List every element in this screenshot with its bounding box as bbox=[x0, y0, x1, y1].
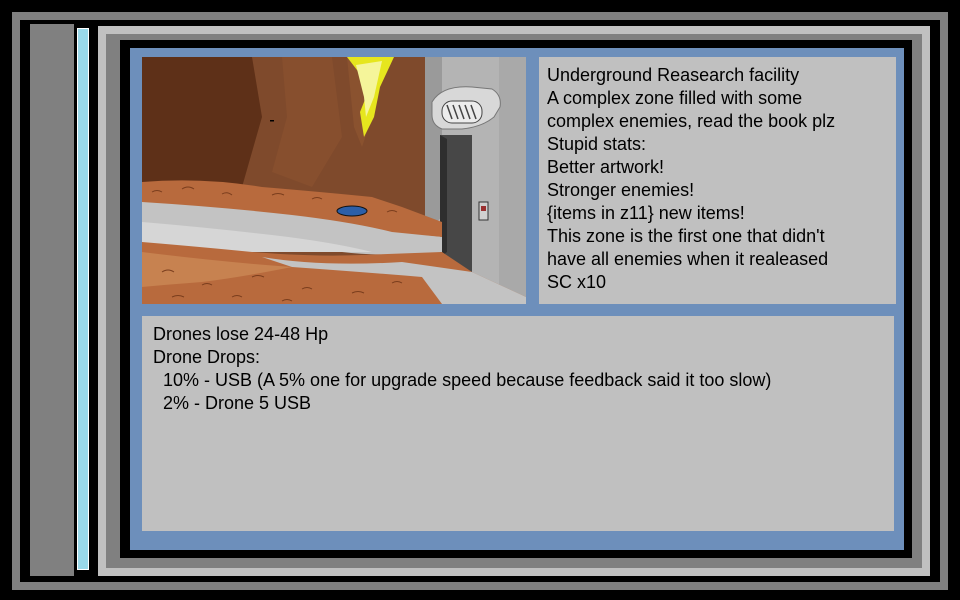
stat-line: Better artwork! bbox=[547, 157, 665, 177]
stat-line: SC x10 bbox=[547, 272, 607, 292]
drop-item: 10% - USB (A 5% one for upgrade speed be… bbox=[153, 370, 772, 390]
stat-line: have all enemies when it realeased bbox=[547, 249, 829, 269]
stat-line: Stronger enemies! bbox=[547, 180, 695, 200]
drop-item: 2% - Drone 5 USB bbox=[153, 393, 312, 413]
zone-title: Underground Reasearch facility bbox=[547, 65, 800, 85]
stat-line: This zone is the first one that didn't bbox=[547, 226, 825, 246]
stats-heading: Stupid stats: bbox=[547, 134, 647, 154]
left-sidebar bbox=[30, 24, 74, 576]
zone-description-line: complex enemies, read the book plz bbox=[547, 111, 836, 131]
scrollbar-thumb[interactable] bbox=[77, 28, 89, 570]
zone-illustration bbox=[142, 57, 526, 304]
drops-info-panel: Drones lose 24-48 Hp Drone Drops: 10% - … bbox=[142, 316, 894, 531]
zone-info-panel: Underground Reasearch facility A complex… bbox=[539, 57, 896, 304]
stat-line: {items in z11} new items! bbox=[547, 203, 745, 223]
zone-image bbox=[142, 57, 526, 304]
enemy-hp-line: Drones lose 24-48 Hp bbox=[153, 324, 329, 344]
drops-heading: Drone Drops: bbox=[153, 347, 261, 367]
zone-description-line: A complex zone filled with some bbox=[547, 88, 803, 108]
